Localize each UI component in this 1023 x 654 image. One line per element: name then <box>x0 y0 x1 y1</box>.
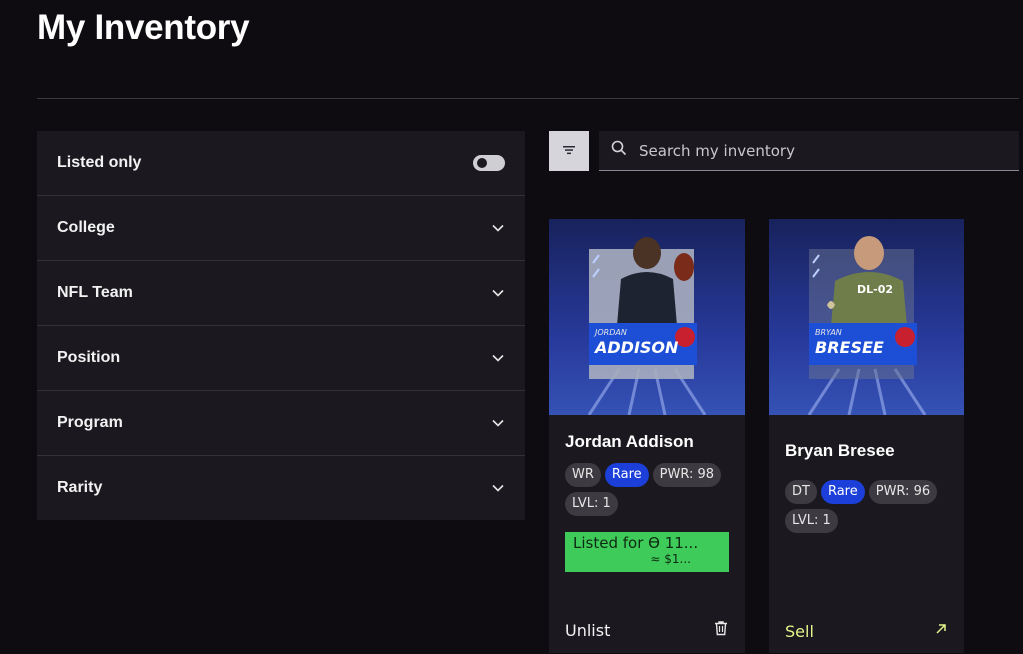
unlist-label: Unlist <box>565 621 611 640</box>
filter-listed-only[interactable]: Listed only <box>37 131 525 196</box>
chevron-down-icon <box>491 416 505 430</box>
unlist-button[interactable]: Unlist <box>565 620 729 641</box>
trash-icon[interactable] <box>713 620 729 641</box>
art-jersey: DL-02 <box>857 283 893 296</box>
listing-price: Listed for ϴ 11... <box>573 534 699 552</box>
position-chip: WR <box>565 463 601 487</box>
player-name: Bryan Bresee <box>785 441 895 460</box>
player-card-image: JORDAN ADDISON <box>549 219 745 415</box>
chevron-down-icon <box>491 221 505 235</box>
filter-lines-icon <box>562 142 576 160</box>
sell-button[interactable]: Sell <box>785 622 948 641</box>
chevron-down-icon <box>491 481 505 495</box>
filter-nfl-team[interactable]: NFL Team <box>37 261 525 326</box>
player-card-image: DL-02 BRYAN BRESEE <box>769 219 964 415</box>
filter-rarity[interactable]: Rarity <box>37 456 525 520</box>
filter-label: NFL Team <box>57 284 133 301</box>
search-bar <box>599 131 1019 171</box>
art-first-name: JORDAN <box>593 328 627 337</box>
search-icon <box>611 140 627 161</box>
sell-label: Sell <box>785 622 814 641</box>
position-chip: DT <box>785 480 817 504</box>
filter-program[interactable]: Program <box>37 391 525 456</box>
listed-only-toggle[interactable] <box>473 155 505 171</box>
filter-toggle-button[interactable] <box>549 131 589 171</box>
rarity-chip: Rare <box>820 480 865 504</box>
filter-label: Rarity <box>57 479 103 496</box>
filter-label: Listed only <box>57 154 142 171</box>
level-chip: LVL: 1 <box>565 492 618 516</box>
listing-usd-estimate: ≈ $1... <box>650 552 691 566</box>
arrow-up-right-icon <box>934 622 948 641</box>
art-last-name: ADDISON <box>593 338 679 357</box>
chevron-down-icon <box>491 286 505 300</box>
art-last-name: BRESEE <box>815 338 884 357</box>
listing-banner: Listed for ϴ 11... ≈ $1... <box>565 532 729 572</box>
filter-label: Program <box>57 414 123 431</box>
art-first-name: BRYAN <box>815 328 842 337</box>
player-name: Jordan Addison <box>565 432 694 451</box>
filter-label: College <box>57 219 115 236</box>
player-card[interactable]: DL-02 BRYAN BRESEE Bryan Bresee DT Rare … <box>769 219 964 653</box>
power-chip: PWR: 98 <box>652 463 722 487</box>
player-card[interactable]: JORDAN ADDISON Jordan Addison WR Rare PW… <box>549 219 745 653</box>
header-divider <box>37 98 1019 99</box>
filter-label: Position <box>57 349 121 366</box>
filters-panel: Listed only College NFL Team Position Pr… <box>37 131 525 520</box>
search-input[interactable] <box>639 141 999 160</box>
page-title: My Inventory <box>37 8 250 47</box>
chevron-down-icon <box>491 351 505 365</box>
filter-position[interactable]: Position <box>37 326 525 391</box>
rarity-chip: Rare <box>604 463 649 487</box>
power-chip: PWR: 96 <box>868 480 938 504</box>
filter-college[interactable]: College <box>37 196 525 261</box>
card-attributes: WR Rare PWR: 98 LVL: 1 <box>549 463 745 516</box>
level-chip: LVL: 1 <box>785 509 838 533</box>
card-attributes: DT Rare PWR: 96 LVL: 1 <box>769 480 964 533</box>
